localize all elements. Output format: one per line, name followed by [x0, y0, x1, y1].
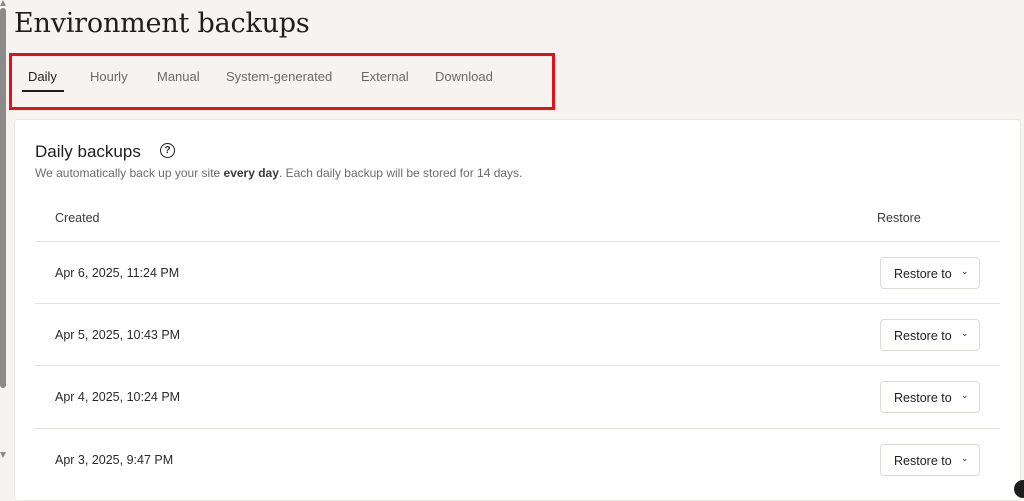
scrollbar-thumb[interactable]: [0, 8, 6, 388]
table-row: Apr 3, 2025, 9:47 PM Restore to ⌄: [35, 428, 1000, 491]
backup-date: Apr 5, 2025, 10:43 PM: [55, 328, 181, 342]
tab-external[interactable]: External: [361, 69, 409, 84]
restore-to-button[interactable]: Restore to ⌄: [880, 319, 980, 351]
restore-to-button[interactable]: Restore to ⌄: [880, 444, 980, 476]
tab-hourly[interactable]: Hourly: [90, 69, 128, 84]
restore-label: Restore to: [894, 329, 952, 343]
backup-date: Apr 6, 2025, 11:24 PM: [55, 266, 180, 280]
scroll-down-arrow[interactable]: [0, 452, 6, 458]
backup-date: Apr 4, 2025, 10:24 PM: [55, 390, 181, 404]
active-tab-indicator: [22, 90, 64, 92]
chevron-down-icon: ⌄: [961, 453, 969, 463]
chevron-down-icon: ⌄: [961, 328, 969, 338]
table-row: Apr 4, 2025, 10:24 PM Restore to ⌄: [35, 365, 1000, 428]
scroll-up-arrow[interactable]: [0, 0, 6, 6]
backup-date: Apr 3, 2025, 9:47 PM: [55, 453, 174, 467]
tab-system-generated[interactable]: System-generated: [226, 69, 332, 84]
column-header-restore: Restore: [877, 211, 921, 225]
question-circle-icon[interactable]: ?: [160, 143, 175, 158]
daily-backups-card: Daily backups ? We automatically back up…: [14, 119, 1021, 501]
table-row: Apr 6, 2025, 11:24 PM Restore to ⌄: [35, 241, 1000, 304]
restore-label: Restore to: [894, 454, 952, 468]
section-description: We automatically back up your site every…: [35, 166, 523, 180]
restore-label: Restore to: [894, 391, 952, 405]
tab-manual[interactable]: Manual: [157, 69, 200, 84]
table-row: Apr 5, 2025, 10:43 PM Restore to ⌄: [35, 303, 1000, 366]
chevron-down-icon: ⌄: [961, 390, 969, 400]
column-header-created: Created: [55, 211, 100, 225]
restore-to-button[interactable]: Restore to ⌄: [880, 257, 980, 289]
restore-to-button[interactable]: Restore to ⌄: [880, 381, 980, 413]
backup-tabs: Daily Hourly Manual System-generated Ext…: [9, 53, 555, 110]
chevron-down-icon: ⌄: [961, 266, 969, 276]
tab-daily[interactable]: Daily: [28, 69, 57, 84]
restore-label: Restore to: [894, 267, 952, 281]
tab-download[interactable]: Download: [435, 69, 493, 84]
section-title: Daily backups: [35, 142, 141, 161]
page-title: Environment backups: [14, 8, 310, 39]
